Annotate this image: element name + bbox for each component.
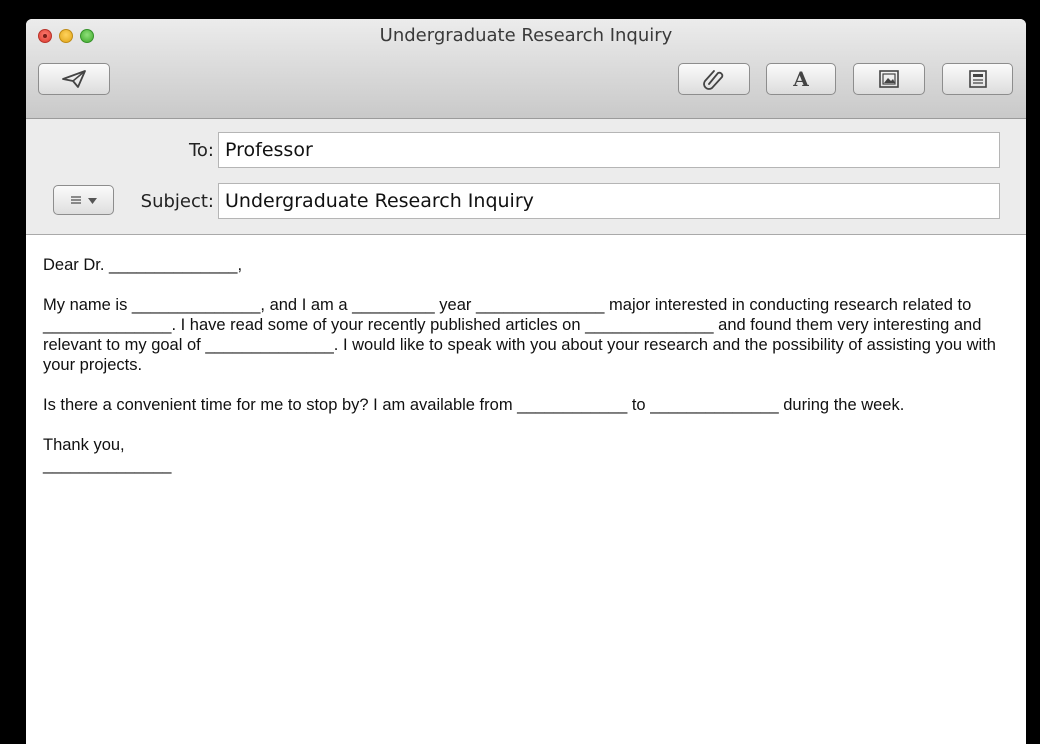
signature-line: ______________ <box>43 456 172 474</box>
toolbar: Undergraduate Research Inquiry A <box>26 19 1026 119</box>
header-options-button[interactable] <box>53 185 114 215</box>
mail-compose-window: Undergraduate Research Inquiry A To: Pro… <box>26 19 1026 744</box>
photo-browser-icon <box>878 69 900 89</box>
list-icon <box>70 193 82 208</box>
attach-button[interactable] <box>678 63 750 95</box>
body-paragraph-1: My name is ______________, and I am a __… <box>43 296 1001 374</box>
paperclip-icon <box>703 68 725 90</box>
message-header: To: Professor Subject: Undergraduate Res… <box>26 119 1026 235</box>
window-title: Undergraduate Research Inquiry <box>379 25 673 46</box>
photo-browser-button[interactable] <box>853 63 925 95</box>
font-icon: A <box>793 67 809 91</box>
chevron-down-icon <box>88 193 97 208</box>
body-paragraph-2: Is there a convenient time for me to sto… <box>43 396 905 414</box>
stationery-button[interactable] <box>942 63 1013 95</box>
to-field[interactable]: Professor <box>218 132 1000 168</box>
subject-field[interactable]: Undergraduate Research Inquiry <box>218 183 1000 219</box>
to-label: To: <box>188 140 214 161</box>
stationery-icon <box>967 69 989 89</box>
fonts-button[interactable]: A <box>766 63 836 95</box>
paper-plane-icon <box>61 69 87 89</box>
message-body[interactable]: Dear Dr. ______________, My name is ____… <box>43 255 1018 495</box>
greeting-text: Dear Dr. ______________, <box>43 256 243 274</box>
subject-label: Subject: <box>140 191 214 212</box>
send-button[interactable] <box>38 63 110 95</box>
closing-text: Thank you, <box>43 436 125 454</box>
